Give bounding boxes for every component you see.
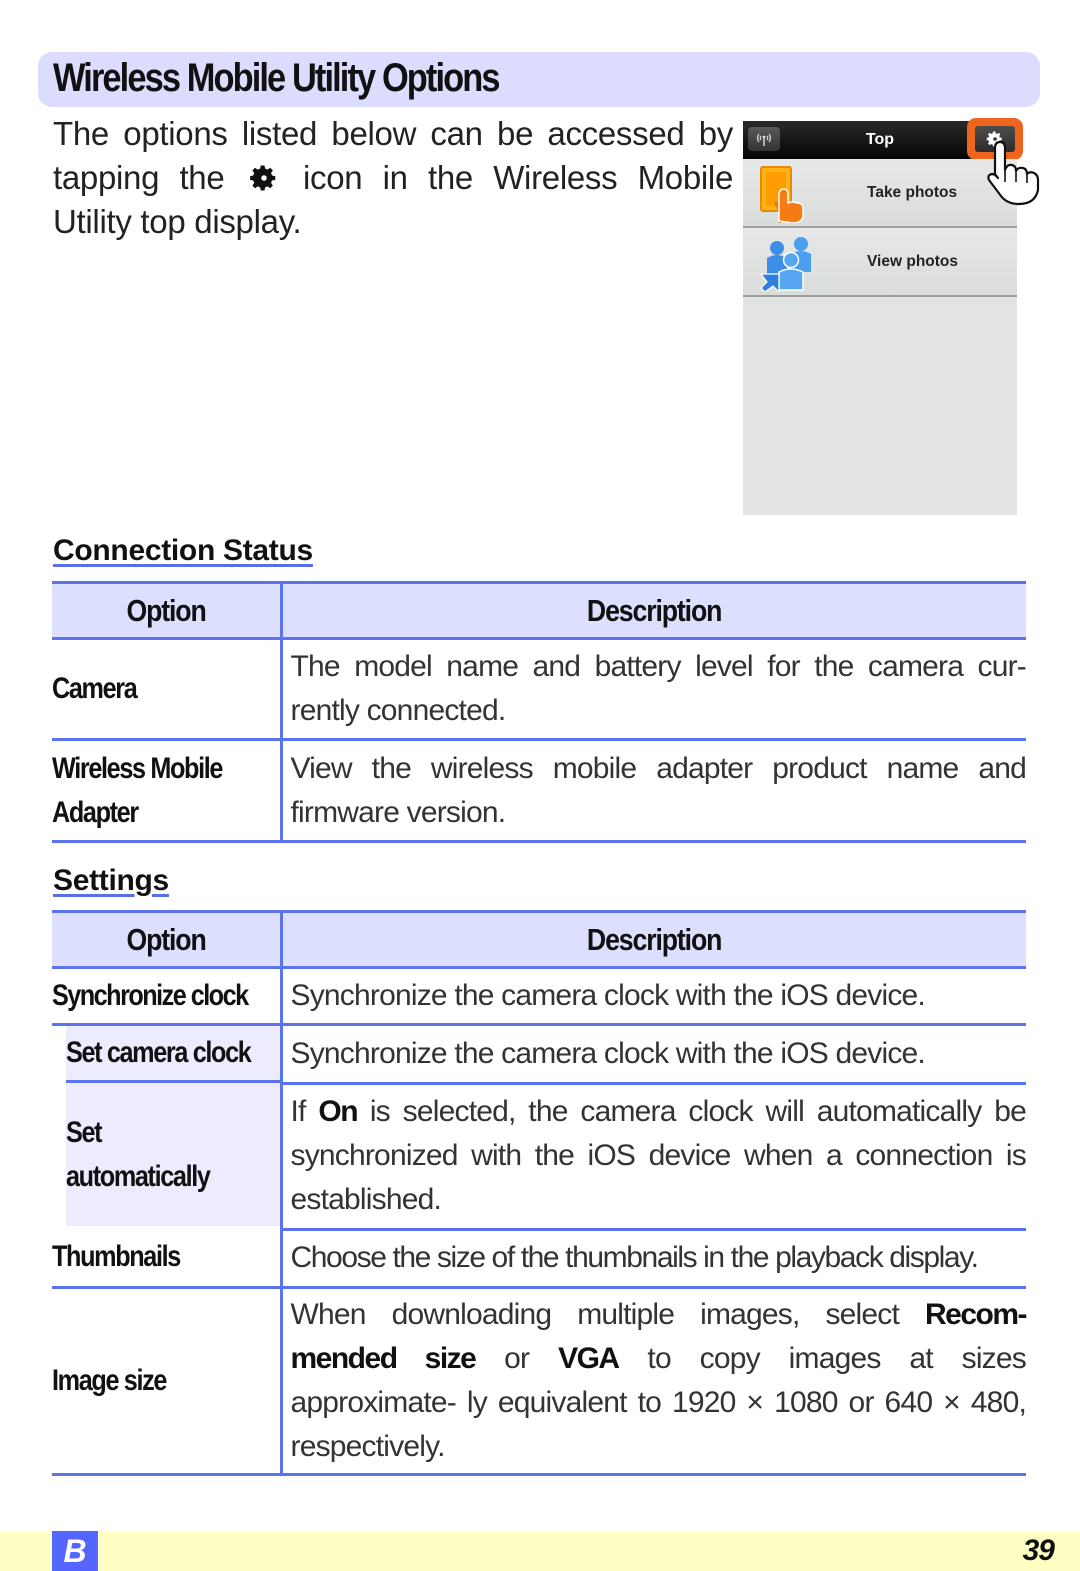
emphasis-on: On <box>318 1095 358 1128</box>
view-photos-icon <box>759 237 811 292</box>
intro-text: tapping the <box>53 159 225 196</box>
option-cell: Image size <box>52 1287 283 1476</box>
column-header-description: Description <box>281 581 1026 640</box>
settings-table: Option Description Synchronize clock Syn… <box>52 910 1027 1476</box>
option-cell: Set camera clock <box>52 1024 283 1083</box>
description-cell: When downloading multiple images, select… <box>281 1287 1027 1476</box>
table-row: Camera The model name and battery level … <box>52 638 1027 741</box>
intro-line-3: Utility top display. <box>53 203 302 240</box>
gear-icon <box>249 165 275 191</box>
table-row-sub-option: Set camera clock Synchronize the camera … <box>52 1024 1026 1085</box>
table-header-row: Option Description <box>52 910 1026 969</box>
menu-item-view-photos[interactable]: View photos <box>743 228 1017 297</box>
table-row: Wireless Mobile Adapter View the wireles… <box>52 739 1027 843</box>
option-cell: Camera <box>52 638 283 741</box>
option-cell: Synchronize clock <box>52 967 283 1026</box>
app-top-display-screenshot: Top Take photos View photos <box>743 118 1023 515</box>
table-row: Synchronize clock Synchronize the camera… <box>52 967 1026 1026</box>
page-footer: B 39 <box>0 1531 1080 1571</box>
table-row: Image size When downloading multiple ima… <box>52 1287 1027 1476</box>
emphasis-vga: VGA <box>558 1341 620 1375</box>
intro-line-1: The options listed below can be accessed… <box>53 115 733 152</box>
menu-item-label: Take photos <box>867 184 958 201</box>
menu-item-take-photos[interactable]: Take photos <box>743 159 1017 228</box>
description-cell: View the wireless mobile adapter product… <box>281 739 1027 843</box>
intro-paragraph: The options listed below can be accessed… <box>53 112 733 244</box>
option-cell: Thumbnails <box>52 1229 283 1289</box>
section-heading-settings: Settings <box>53 864 169 897</box>
description-cell: Choose the size of the thumbnails in the… <box>281 1229 1026 1289</box>
column-header-option: Option <box>52 581 283 640</box>
table-row-sub-option: Set automatically If On is selected, the… <box>52 1083 1027 1231</box>
intro-line-2: tapping the icon in the Wireless Mobile <box>53 156 733 200</box>
description-cell: If On is selected, the camera clock will… <box>281 1083 1027 1231</box>
option-cell: Wireless Mobile Adapter <box>52 739 283 843</box>
intro-text: icon in the Wireless Mobile <box>302 159 733 196</box>
description-cell: Synchronize the camera clock with the iO… <box>281 1024 1026 1085</box>
page-title: Wireless Mobile Utility Options <box>53 56 501 100</box>
option-cell: Set automatically <box>52 1083 283 1229</box>
connection-status-table: Option Description Camera The model name… <box>52 581 1027 843</box>
page-number: 39 <box>1022 1534 1055 1567</box>
take-photos-icon <box>760 166 804 223</box>
section-heading-connection-status: Connection Status <box>53 534 313 567</box>
tap-hand-icon <box>987 140 1040 206</box>
column-header-option: Option <box>52 910 283 969</box>
chapter-tab: B <box>52 1531 98 1571</box>
menu-item-label: View photos <box>867 253 959 270</box>
description-cell: The model name and battery level for the… <box>281 638 1027 741</box>
table-row: Thumbnails Choose the size of the thumbn… <box>52 1229 1026 1289</box>
page-title-bar: Wireless Mobile Utility Options <box>38 52 1040 107</box>
description-cell: Synchronize the camera clock with the iO… <box>281 967 1026 1026</box>
table-header-row: Option Description <box>52 581 1026 640</box>
column-header-description: Description <box>281 910 1026 969</box>
